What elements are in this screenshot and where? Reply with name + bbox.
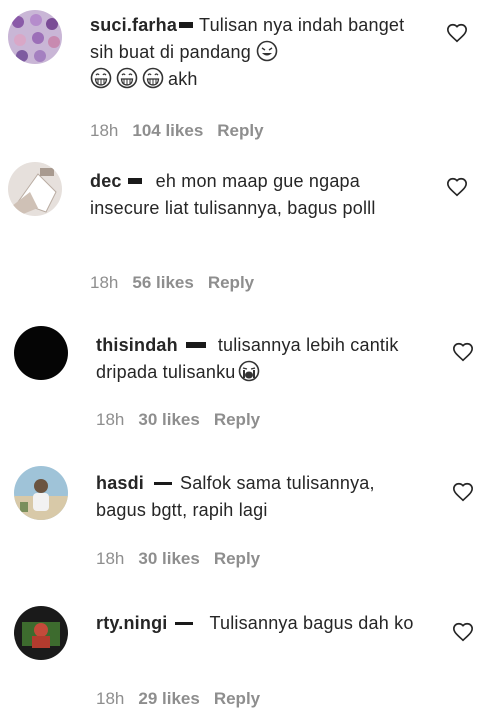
reply-button[interactable]: Reply [217, 121, 263, 140]
comment-meta: 18h 56 likes Reply [90, 273, 268, 293]
like-heart-icon[interactable] [452, 481, 474, 503]
username[interactable]: thisindah [96, 335, 178, 355]
avatar[interactable] [8, 162, 62, 216]
timestamp: 18h [90, 121, 119, 140]
redacted-mark [154, 481, 173, 485]
username[interactable]: dec [90, 171, 122, 191]
comment-body: suci.farha Tulisan nya indah banget sih b… [90, 12, 410, 93]
comment-body: dec eh mon maap gue ngapa insecure liat t… [90, 168, 410, 222]
comment-body: rty.ningi Tulisannya bagus dah ko [96, 610, 416, 637]
comment-body: thisindah tulisannya lebih cantik dripada… [96, 332, 406, 386]
comment-meta: 18h 29 likes Reply [96, 689, 274, 709]
likes-count[interactable]: 30 likes [138, 549, 199, 568]
likes-count[interactable]: 29 likes [138, 689, 199, 708]
comment-item: suci.farha Tulisan nya indah banget sih b… [0, 0, 480, 150]
like-heart-icon[interactable] [446, 22, 468, 44]
username[interactable]: hasdi [96, 473, 144, 493]
timestamp: 18h [96, 410, 125, 429]
grinning-emoji [90, 67, 112, 89]
reply-button[interactable]: Reply [214, 549, 260, 568]
likes-count[interactable]: 56 likes [132, 273, 193, 292]
reply-button[interactable]: Reply [208, 273, 254, 292]
comment-text: Tulisannya bagus dah ko [209, 613, 414, 633]
likes-count[interactable]: 30 likes [138, 410, 199, 429]
timestamp: 18h [96, 549, 125, 568]
username[interactable]: rty.ningi [96, 613, 167, 633]
likes-count[interactable]: 104 likes [132, 121, 203, 140]
avatar[interactable] [14, 326, 68, 380]
avatar[interactable] [14, 606, 68, 660]
comment-item: rty.ningi Tulisannya bagus dah ko 18h 29 l… [0, 598, 480, 718]
crying-emoji [238, 360, 260, 382]
like-heart-icon[interactable] [446, 176, 468, 198]
timestamp: 18h [90, 273, 119, 292]
rolling-laughing-emoji [256, 40, 278, 62]
comment-item: hasdi Salfok sama tulisannya, bagus bgtt,… [0, 458, 480, 598]
comment-meta: 18h 30 likes Reply [96, 549, 274, 569]
comment-item: dec eh mon maap gue ngapa insecure liat t… [0, 150, 480, 310]
comment-body: hasdi Salfok sama tulisannya, bagus bgtt,… [96, 470, 426, 524]
avatar[interactable] [14, 466, 68, 520]
comment-item: thisindah tulisannya lebih cantik dripada… [0, 310, 480, 458]
reply-button[interactable]: Reply [214, 410, 260, 429]
redacted-mark [175, 621, 194, 625]
like-heart-icon[interactable] [452, 341, 474, 363]
comment-meta: 18h 30 likes Reply [96, 410, 274, 430]
grinning-emoji [142, 67, 164, 89]
like-heart-icon[interactable] [452, 621, 474, 643]
grinning-emoji [116, 67, 138, 89]
username[interactable]: suci.farha [90, 15, 177, 35]
avatar[interactable] [8, 10, 62, 64]
redacted-mark [127, 178, 142, 185]
reply-button[interactable]: Reply [214, 689, 260, 708]
timestamp: 18h [96, 689, 125, 708]
comment-text-tail: akh [168, 69, 198, 89]
comment-meta: 18h 104 likes Reply [90, 121, 278, 141]
redacted-mark [179, 22, 194, 29]
redacted-mark [185, 342, 206, 349]
